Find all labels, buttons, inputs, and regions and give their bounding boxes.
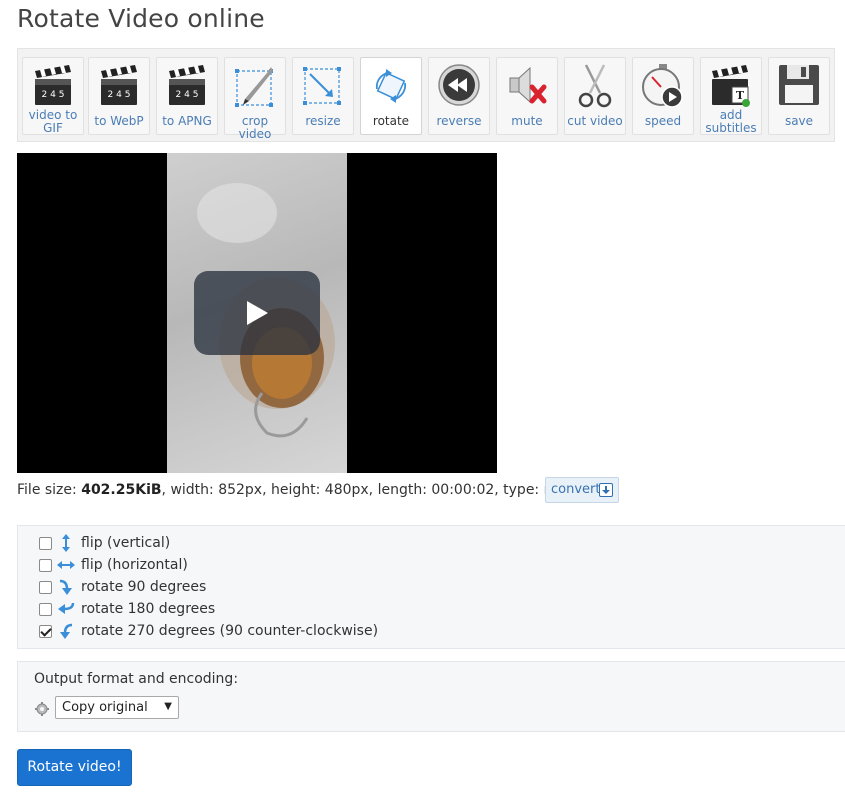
gear-icon <box>35 702 49 716</box>
tool-save[interactable]: save <box>768 57 830 135</box>
tool-label: speed <box>644 114 682 128</box>
rotate-180-icon <box>58 602 75 614</box>
file-info: File size: 402.25KiB, width: 852px, heig… <box>17 482 575 498</box>
floppy-disk-icon <box>769 63 829 113</box>
tool-speed[interactable]: speed <box>632 57 694 135</box>
rotate-180-checkbox[interactable] <box>39 602 52 616</box>
clapperboard-icon: 2 4 5 <box>23 63 83 113</box>
rotate-icon <box>361 63 421 113</box>
rotate-90-checkbox[interactable] <box>39 580 52 594</box>
chevron-down-icon: ▼ <box>164 701 172 712</box>
play-button[interactable] <box>194 271 320 355</box>
output-format-value: Copy original <box>62 700 148 715</box>
option-label: rotate 270 degrees (90 counter-clockwise… <box>81 623 379 639</box>
tool-reverse[interactable]: reverse <box>428 57 490 135</box>
option-flip-vertical[interactable]: flip (vertical) <box>39 533 170 553</box>
convert-button[interactable]: convert <box>545 477 619 503</box>
flip-horizontal-checkbox[interactable] <box>39 558 52 572</box>
tool-label: to APNG <box>162 114 212 128</box>
tool-add-subtitles[interactable]: T add subtitles <box>700 57 762 135</box>
video-player[interactable] <box>17 153 497 473</box>
option-rotate-90[interactable]: rotate 90 degrees <box>39 577 206 597</box>
tool-cut-video[interactable]: cut video <box>564 57 626 135</box>
tool-rotate[interactable]: rotate <box>360 57 422 135</box>
flip-vertical-checkbox[interactable] <box>39 536 52 550</box>
flip-horizontal-icon <box>57 561 75 569</box>
rotation-options: flip (vertical) flip (horizontal) rotate… <box>17 525 845 649</box>
output-format-section: Output format and encoding: Copy origina… <box>17 661 845 732</box>
tool-mute[interactable]: mute <box>496 57 558 135</box>
tool-label: to WebP <box>94 114 144 128</box>
option-label: flip (vertical) <box>81 535 171 551</box>
tool-to-apng[interactable]: 2 4 5 to APNG <box>156 57 218 135</box>
subtitles-icon: T <box>701 63 761 113</box>
option-label: rotate 180 degrees <box>81 601 216 617</box>
tool-label: reverse <box>436 114 482 128</box>
tool-label: cut video <box>567 114 623 128</box>
svg-text:2 4 5: 2 4 5 <box>176 90 199 100</box>
tool-label: save <box>784 114 814 128</box>
tool-to-webp[interactable]: 2 4 5 to WebP <box>88 57 150 135</box>
rotate-video-button[interactable]: Rotate video! <box>17 749 132 786</box>
option-label: flip (horizontal) <box>81 557 188 573</box>
option-flip-horizontal[interactable]: flip (horizontal) <box>39 555 188 575</box>
tool-video-to-gif[interactable]: 2 4 5 video to GIF <box>22 57 84 135</box>
output-format-label: Output format and encoding: <box>34 671 239 687</box>
file-size-value: 402.25KiB <box>81 482 162 498</box>
tool-toolbar: 2 4 5 video to GIF 2 4 5 to WebP 2 4 5 t… <box>17 48 835 142</box>
page-title: Rotate Video online <box>17 4 265 33</box>
download-icon <box>599 483 613 497</box>
clapperboard-icon: 2 4 5 <box>89 63 149 113</box>
tool-label: resize <box>305 114 341 128</box>
convert-label: convert <box>551 482 601 497</box>
svg-text:2 4 5: 2 4 5 <box>108 90 131 100</box>
rotate-270-checkbox[interactable] <box>39 624 52 638</box>
option-rotate-270[interactable]: rotate 270 degrees (90 counter-clockwise… <box>39 621 378 641</box>
rotate-90-icon <box>59 579 72 595</box>
crop-icon <box>225 63 285 113</box>
file-details: , width: 852px, height: 480px, length: 0… <box>161 482 576 498</box>
clapperboard-icon: 2 4 5 <box>157 63 217 113</box>
tool-label: add subtitles <box>705 108 757 135</box>
page: Rotate Video online 2 4 5 video to GIF 2… <box>0 0 845 796</box>
tool-label: crop video <box>238 114 272 141</box>
tool-crop-video[interactable]: crop video <box>224 57 286 141</box>
tool-label: mute <box>511 114 543 128</box>
tool-resize[interactable]: resize <box>292 57 354 135</box>
play-icon <box>247 301 268 325</box>
tool-label: video to GIF <box>28 108 78 135</box>
mute-icon <box>497 63 557 113</box>
tool-label: rotate <box>372 114 410 128</box>
rotate-270-icon <box>60 623 73 639</box>
flip-vertical-icon <box>62 534 70 552</box>
resize-icon <box>293 63 353 113</box>
rewind-icon <box>429 63 489 113</box>
file-size-label: File size: <box>17 482 82 498</box>
scissors-icon <box>565 63 625 113</box>
svg-text:2 4 5: 2 4 5 <box>42 90 65 100</box>
option-rotate-180[interactable]: rotate 180 degrees <box>39 599 215 619</box>
option-label: rotate 90 degrees <box>81 579 207 595</box>
output-format-select[interactable]: Copy original ▼ <box>55 696 179 719</box>
stopwatch-icon <box>633 63 693 113</box>
